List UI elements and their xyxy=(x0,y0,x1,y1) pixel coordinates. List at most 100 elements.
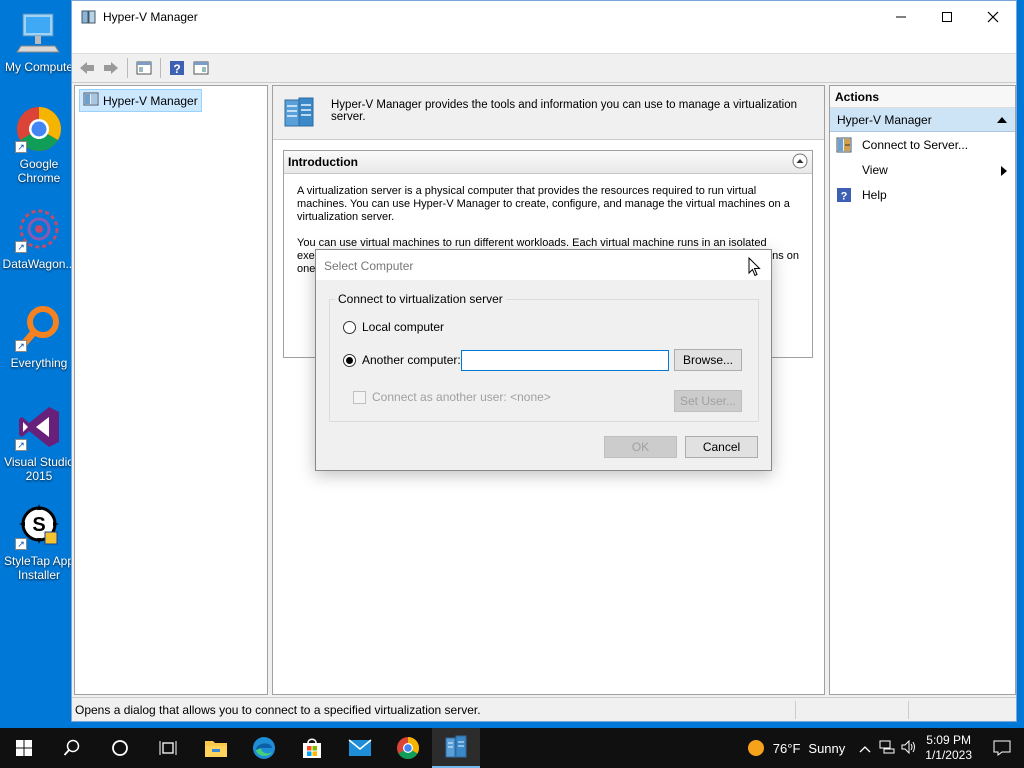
mail-icon xyxy=(348,739,372,756)
dialog-title[interactable]: Select Computer xyxy=(316,250,771,280)
cancel-button[interactable]: Cancel xyxy=(685,436,758,458)
store-icon xyxy=(303,738,321,758)
notifications-icon[interactable] xyxy=(980,740,1024,756)
back-icon[interactable] xyxy=(76,57,98,79)
computer-icon xyxy=(15,8,63,56)
help-icon[interactable]: ? xyxy=(166,57,188,79)
minimize-button[interactable] xyxy=(878,1,924,33)
status-bar: Opens a dialog that allows you to connec… xyxy=(72,697,1016,721)
connect-as-another-user-option: Connect as another user: <none> xyxy=(353,390,551,404)
info-text: Hyper-V Manager provides the tools and i… xyxy=(331,99,798,123)
ok-button: OK xyxy=(604,436,677,458)
taskbar-chrome[interactable] xyxy=(384,728,432,768)
browse-button[interactable]: Browse... xyxy=(674,349,742,371)
visual-studio-icon: ↗ xyxy=(15,403,63,451)
connect-server-icon xyxy=(836,137,852,153)
taskbar-store[interactable] xyxy=(288,728,336,768)
desktop-icon-everything[interactable]: ↗ Everything xyxy=(0,304,78,370)
collapse-up-icon[interactable] xyxy=(997,113,1007,127)
hyper-v-manager-icon xyxy=(445,735,467,758)
local-computer-radio[interactable] xyxy=(343,320,356,334)
clock[interactable]: 5:09 PM 1/1/2023 xyxy=(925,733,972,763)
desktop-icon-visual-studio[interactable]: ↗ Visual Studio 2015 xyxy=(0,403,78,483)
task-view-icon xyxy=(159,741,177,755)
window-title: Hyper-V Manager xyxy=(103,10,198,24)
shortcut-arrow-icon: ↗ xyxy=(15,439,27,451)
taskbar-mail[interactable] xyxy=(336,728,384,768)
introduction-paragraph-1: A virtualization server is a physical co… xyxy=(297,185,790,223)
introduction-header[interactable]: Introduction xyxy=(284,151,812,174)
actions-pane: Actions Hyper-V Manager Connect to Serve… xyxy=(829,85,1016,695)
another-computer-radio[interactable] xyxy=(343,353,356,367)
svg-text:?: ? xyxy=(173,62,180,76)
cortana-icon xyxy=(112,740,128,756)
toolbar: ? xyxy=(72,53,1016,83)
hyper-v-app-icon xyxy=(81,9,97,25)
taskbar: 76°F Sunny 5:09 PM 1/1/2023 xyxy=(0,728,1024,768)
search-icon xyxy=(63,739,80,756)
svg-text:S: S xyxy=(32,514,45,536)
show-hide-tree-icon[interactable] xyxy=(133,57,155,79)
actions-section-hyper-v-manager[interactable]: Hyper-V Manager xyxy=(830,108,1015,132)
chrome-icon: ↗ xyxy=(15,105,63,153)
tree-item-hyper-v-manager[interactable]: Hyper-V Manager xyxy=(79,89,202,112)
toolbar-separator xyxy=(160,58,161,78)
toolbar-separator xyxy=(127,58,128,78)
actions-title: Actions xyxy=(830,86,1015,108)
styletap-icon: S ↗ xyxy=(15,502,63,550)
search-button[interactable] xyxy=(48,728,96,768)
svg-text:?: ? xyxy=(841,190,848,202)
task-view-button[interactable] xyxy=(144,728,192,768)
shortcut-arrow-icon: ↗ xyxy=(15,340,27,352)
connect-as-another-user-checkbox xyxy=(353,390,366,404)
action-connect-to-server[interactable]: Connect to Server... xyxy=(830,132,1015,157)
hyper-v-manager-icon xyxy=(83,91,99,110)
title-bar[interactable]: Hyper-V Manager xyxy=(72,1,1016,33)
shortcut-arrow-icon: ↗ xyxy=(15,241,27,253)
start-button[interactable] xyxy=(0,728,48,768)
desktop-icon-my-computer[interactable]: My Compute xyxy=(0,8,78,74)
desktop-icon-google-chrome[interactable]: ↗ Google Chrome xyxy=(0,105,78,185)
help-icon: ? xyxy=(836,187,852,203)
console-tree: Hyper-V Manager xyxy=(74,85,268,695)
menu-bar xyxy=(72,33,1016,53)
shortcut-arrow-icon: ↗ xyxy=(15,141,27,153)
desktop-icon-datawagon[interactable]: ↗ DataWagon... xyxy=(0,205,78,271)
cortana-button[interactable] xyxy=(96,728,144,768)
system-tray: 76°F Sunny 5:09 PM 1/1/2023 xyxy=(747,728,1024,768)
taskbar-edge[interactable] xyxy=(240,728,288,768)
another-computer-input[interactable] xyxy=(461,350,669,371)
file-explorer-icon xyxy=(205,741,227,757)
maximize-button[interactable] xyxy=(924,1,970,33)
mouse-cursor-icon xyxy=(748,257,761,277)
volume-icon[interactable] xyxy=(901,739,917,757)
select-computer-dialog: Select Computer Connect to virtualizatio… xyxy=(315,249,772,471)
weather-widget[interactable]: 76°F Sunny xyxy=(747,739,845,757)
submenu-arrow-icon xyxy=(1001,165,1007,179)
collapse-icon[interactable] xyxy=(792,153,808,172)
action-view[interactable]: View xyxy=(830,157,1015,182)
local-computer-option[interactable]: Local computer xyxy=(343,320,444,334)
close-button[interactable] xyxy=(970,1,1016,33)
windows-logo-icon xyxy=(16,740,32,756)
shortcut-arrow-icon: ↗ xyxy=(15,538,27,550)
sun-icon xyxy=(747,740,764,756)
another-computer-option[interactable]: Another computer: xyxy=(343,353,461,367)
set-user-button: Set User... xyxy=(674,390,742,412)
taskbar-hyper-v-manager[interactable] xyxy=(432,728,480,768)
taskbar-file-explorer[interactable] xyxy=(192,728,240,768)
group-label: Connect to virtualization server xyxy=(335,292,506,306)
edge-icon xyxy=(253,737,275,759)
chevron-up-icon[interactable] xyxy=(859,741,871,756)
desktop-icon-styletap[interactable]: S ↗ StyleTap App Installer xyxy=(0,502,78,582)
info-banner: Hyper-V Manager provides the tools and i… xyxy=(273,86,824,140)
introduction-title: Introduction xyxy=(288,155,358,169)
action-help[interactable]: ? Help xyxy=(830,182,1015,207)
network-icon[interactable] xyxy=(879,740,895,757)
datawagon-icon: ↗ xyxy=(15,205,63,253)
server-icon xyxy=(283,96,317,131)
forward-icon[interactable] xyxy=(100,57,122,79)
show-hide-action-pane-icon[interactable] xyxy=(190,57,212,79)
everything-search-icon: ↗ xyxy=(15,304,63,352)
tree-item-label: Hyper-V Manager xyxy=(103,93,198,108)
